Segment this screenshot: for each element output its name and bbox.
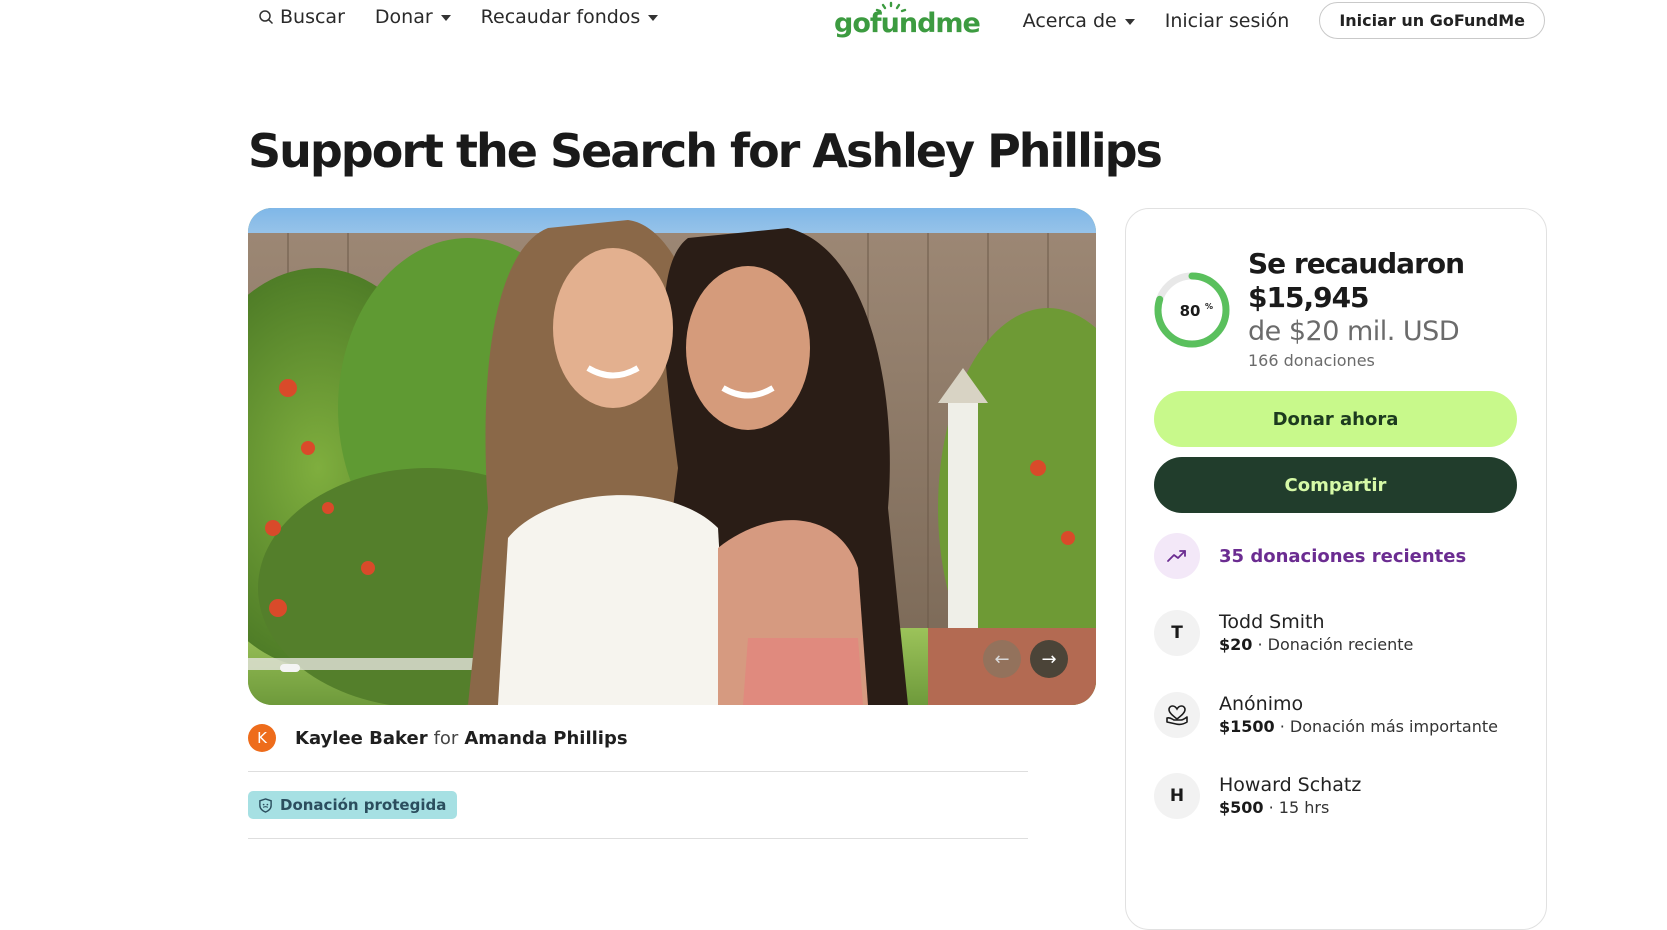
caret-down-icon (1124, 18, 1135, 25)
divider (248, 838, 1028, 839)
fundraise-menu-label: Recaudar fondos (480, 6, 641, 28)
donate-now-button[interactable]: Donar ahora (1154, 391, 1517, 447)
carousel-indicator[interactable] (280, 664, 300, 672)
gofundme-logo[interactable]: gofundme (834, 0, 981, 44)
logo-text: gofundme (834, 8, 981, 39)
signin-label: Iniciar sesión (1164, 9, 1290, 32)
top-nav: Buscar Donar Recaudar fondos gofundme Ac… (0, 0, 1667, 44)
donor-meta: $500 · 15 hrs (1219, 797, 1361, 819)
progress-ring: 80 % (1153, 271, 1231, 349)
shield-icon (259, 797, 272, 813)
donate-menu[interactable]: Donar (375, 6, 451, 28)
search-label: Buscar (280, 6, 345, 28)
carousel-prev-button[interactable]: ← (983, 640, 1021, 678)
progress-percent-sign: % (1205, 302, 1213, 311)
divider (248, 771, 1028, 772)
protected-donation-badge[interactable]: Donación protegida (248, 791, 458, 819)
start-gofundme-button[interactable]: Iniciar un GoFundMe (1319, 2, 1545, 39)
for-text: for (433, 727, 459, 749)
beneficiary-name[interactable]: Amanda Phillips (464, 728, 627, 749)
page-title: Support the Search for Ashley Phillips (248, 124, 1163, 178)
caret-down-icon (648, 15, 659, 21)
about-menu-label: Acerca de (1022, 9, 1117, 32)
about-menu[interactable]: Acerca de (1023, 10, 1135, 32)
fundraise-menu[interactable]: Recaudar fondos (481, 6, 659, 28)
raised-summary: Se recaudaron $15,945 de $20 mil. USD 16… (1248, 247, 1465, 370)
recent-donations-label: 35 donaciones recientes (1219, 545, 1467, 567)
search-link[interactable]: Buscar (258, 6, 345, 28)
progress-percent: 80 (1180, 302, 1201, 320)
donor-meta: $1500 · Donación más importante (1219, 716, 1498, 738)
organizer-avatar[interactable]: K (248, 724, 276, 752)
nav-right: Acerca de Iniciar sesión Iniciar un GoFu… (1023, 2, 1545, 39)
donor-amount: $20 (1219, 635, 1253, 654)
donor-note: · Donación más importante (1274, 717, 1498, 736)
donations-count: 166 donaciones (1248, 351, 1375, 370)
share-button[interactable]: Compartir (1154, 457, 1517, 513)
donor-note: · 15 hrs (1263, 798, 1330, 817)
raised-label: Se recaudaron (1248, 247, 1465, 280)
nav-left: Buscar Donar Recaudar fondos (258, 6, 659, 28)
heart-hand-icon (1154, 692, 1200, 738)
donate-menu-label: Donar (374, 6, 433, 28)
trending-up-icon (1154, 533, 1200, 579)
raised-amount: $15,945 (1248, 281, 1370, 314)
caret-down-icon (440, 15, 451, 21)
organizer-name[interactable]: Kaylee Baker (295, 728, 428, 749)
search-icon (259, 10, 274, 25)
goal-text: de $20 mil. USD (1248, 316, 1460, 347)
donor-avatar: H (1154, 773, 1200, 819)
photo-illustration (248, 208, 1096, 705)
donor-item: Anónimo $1500 · Donación más importante (1154, 692, 1498, 738)
donor-item: H Howard Schatz $500 · 15 hrs (1154, 773, 1361, 819)
organizer-line: K Kaylee Baker for Amanda Phillips (248, 724, 628, 752)
protected-label: Donación protegida (280, 796, 447, 814)
donor-name: Anónimo (1219, 693, 1304, 715)
donor-name: Howard Schatz (1219, 774, 1362, 796)
recent-donations-link[interactable]: 35 donaciones recientes (1154, 533, 1466, 579)
arrow-right-icon: → (1041, 648, 1057, 670)
donation-card: 80 % Se recaudaron $15,945 de $20 mil. U… (1125, 208, 1547, 930)
donor-note: · Donación reciente (1252, 635, 1414, 654)
carousel-next-button[interactable]: → (1030, 640, 1068, 678)
donor-amount: $1500 (1219, 717, 1275, 736)
campaign-photo[interactable]: ← → (248, 208, 1096, 705)
donor-amount: $500 (1219, 798, 1264, 817)
donor-avatar: T (1154, 610, 1200, 656)
donor-meta: $20 · Donación reciente (1219, 634, 1413, 656)
arrow-left-icon: ← (994, 648, 1010, 670)
signin-link[interactable]: Iniciar sesión (1165, 10, 1290, 32)
donor-name: Todd Smith (1219, 611, 1325, 633)
donor-item: T Todd Smith $20 · Donación reciente (1154, 610, 1413, 656)
